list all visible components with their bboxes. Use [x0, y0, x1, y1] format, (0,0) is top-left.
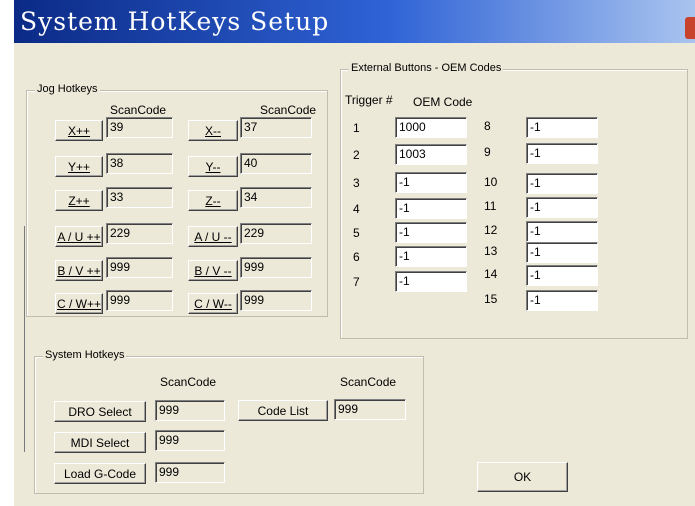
jog-scancode-header-left: ScanCode — [110, 103, 167, 117]
trigger-number: 4 — [353, 202, 360, 216]
jog-plus-scancode[interactable]: 38 — [106, 153, 173, 174]
trigger-number: 12 — [484, 223, 498, 237]
external-buttons-group: External Buttons - OEM Codes — [340, 62, 688, 339]
dro-select-scancode[interactable]: 999 — [155, 400, 225, 421]
mdi-select-scancode[interactable]: 999 — [155, 430, 225, 451]
dro-select-button[interactable]: DRO Select — [54, 401, 146, 422]
ok-button[interactable]: OK — [477, 462, 568, 492]
trigger-number: 9 — [484, 145, 491, 159]
oem-code-field[interactable]: -1 — [526, 197, 598, 218]
jog-minus-scancode[interactable]: 999 — [240, 290, 312, 311]
jog-minus-button[interactable]: B / V -- — [188, 260, 238, 281]
jog-scancode-header-right: ScanCode — [260, 103, 317, 117]
oem-code-field[interactable]: -1 — [395, 222, 467, 243]
oem-code-field[interactable]: -1 — [526, 290, 598, 311]
oem-code-field[interactable]: -1 — [526, 173, 598, 194]
oem-code-field[interactable]: -1 — [395, 246, 467, 267]
trigger-number: 13 — [484, 244, 498, 258]
jog-minus-button[interactable]: Y-- — [188, 156, 238, 177]
system-hotkeys-legend: System Hotkeys — [43, 349, 127, 361]
trigger-number: 6 — [353, 250, 360, 264]
trigger-number: 15 — [484, 292, 498, 306]
external-buttons-legend: External Buttons - OEM Codes — [349, 62, 504, 74]
jog-plus-scancode[interactable]: 999 — [106, 257, 173, 278]
close-icon[interactable] — [685, 17, 695, 39]
oem-code-header: OEM Code — [413, 95, 473, 109]
divider — [24, 226, 25, 452]
jog-plus-scancode[interactable]: 39 — [106, 117, 173, 138]
jog-plus-button[interactable]: X++ — [55, 120, 103, 141]
jog-minus-scancode[interactable]: 40 — [240, 153, 312, 174]
oem-code-field[interactable]: -1 — [526, 117, 598, 138]
jog-plus-scancode[interactable]: 229 — [106, 223, 173, 244]
trigger-number: 11 — [484, 199, 497, 213]
oem-code-field[interactable]: -1 — [526, 143, 598, 164]
trigger-number: 10 — [484, 175, 498, 189]
hotkeys-window: System HotKeys Setup Jog Hotkeys ScanCod… — [14, 0, 695, 506]
jog-minus-scancode[interactable]: 37 — [240, 117, 312, 138]
jog-minus-scancode[interactable]: 999 — [240, 257, 312, 278]
jog-plus-button[interactable]: Y++ — [55, 156, 103, 177]
oem-code-field[interactable]: -1 — [526, 221, 598, 242]
jog-plus-button[interactable]: B / V ++ — [55, 260, 103, 281]
mdi-select-button[interactable]: MDI Select — [54, 432, 146, 453]
trigger-number: 8 — [484, 119, 491, 133]
code-list-scancode[interactable]: 999 — [334, 399, 406, 420]
oem-code-field[interactable]: 1003 — [395, 144, 467, 165]
trigger-number: 14 — [484, 267, 498, 281]
jog-minus-scancode[interactable]: 34 — [240, 187, 312, 208]
oem-code-field[interactable]: -1 — [395, 271, 467, 292]
trigger-number: 2 — [353, 148, 360, 162]
load-gcode-scancode[interactable]: 999 — [155, 462, 225, 483]
oem-code-field[interactable]: 1000 — [395, 117, 467, 138]
oem-code-field[interactable]: -1 — [526, 265, 598, 286]
jog-minus-button[interactable]: C / W-- — [188, 293, 238, 314]
jog-minus-scancode[interactable]: 229 — [240, 223, 312, 244]
jog-plus-scancode[interactable]: 999 — [106, 290, 173, 311]
trigger-number: 1 — [353, 121, 360, 135]
code-list-button[interactable]: Code List — [238, 400, 328, 421]
oem-code-field[interactable]: -1 — [395, 172, 467, 193]
trigger-number: 7 — [353, 275, 360, 289]
trigger-number: 5 — [353, 226, 360, 240]
system-scancode-header-right: ScanCode — [340, 375, 397, 389]
load-gcode-button[interactable]: Load G-Code — [54, 463, 146, 484]
system-scancode-header-left: ScanCode — [160, 375, 217, 389]
oem-code-field[interactable]: -1 — [395, 198, 467, 219]
jog-minus-button[interactable]: A / U -- — [188, 226, 238, 247]
window-title: System HotKeys Setup — [20, 7, 330, 36]
jog-plus-button[interactable]: Z++ — [55, 190, 103, 211]
title-bar[interactable]: System HotKeys Setup — [14, 0, 695, 43]
jog-plus-button[interactable]: C / W++ — [55, 293, 103, 314]
trigger-header: Trigger # — [345, 93, 393, 107]
jog-minus-button[interactable]: Z-- — [188, 190, 238, 211]
jog-hotkeys-legend: Jog Hotkeys — [35, 83, 100, 95]
oem-code-field[interactable]: -1 — [526, 242, 598, 263]
jog-plus-button[interactable]: A / U ++ — [55, 226, 103, 247]
jog-minus-button[interactable]: X-- — [188, 120, 238, 141]
trigger-number: 3 — [353, 176, 360, 190]
jog-plus-scancode[interactable]: 33 — [106, 187, 173, 208]
